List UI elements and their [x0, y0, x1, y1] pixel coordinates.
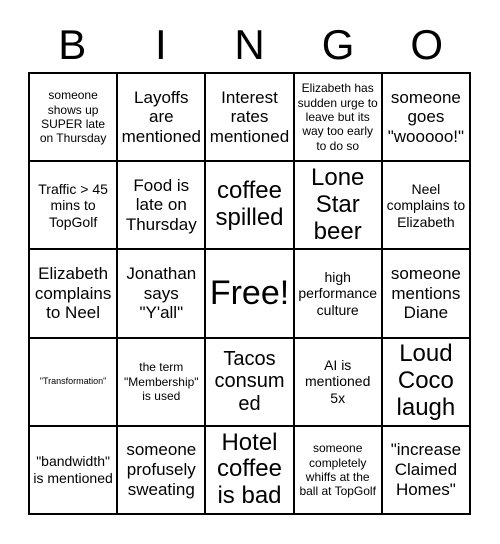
bingo-header-letter-o: O: [410, 21, 443, 68]
bingo-cell[interactable]: Interest rates mentioned: [206, 74, 295, 163]
bingo-cell-label: Free!: [209, 273, 290, 312]
bingo-cell-label: Elizabeth has sudden urge to leave but i…: [297, 81, 378, 153]
bingo-cell-label: Jonathan says "Y'all": [126, 263, 197, 323]
bingo-cell[interactable]: "Transformation": [30, 338, 119, 427]
bingo-cell[interactable]: "bandwidth" is mentioned: [30, 426, 119, 515]
bingo-cell-label: "bandwidth" is mentioned: [33, 453, 113, 486]
bingo-cell-label: someone shows up SUPER late on Thursday: [39, 88, 107, 146]
bingo-header-letter-b: B: [58, 21, 87, 68]
bingo-cell-label: Elizabeth complains to Neel: [34, 263, 112, 323]
bingo-cell-label: Tacos consumed: [214, 347, 285, 416]
bingo-cell[interactable]: Food is late on Thursday: [118, 162, 207, 251]
bingo-cell-label: someone goes "wooooo!": [387, 87, 465, 146]
bingo-cell[interactable]: someone goes "wooooo!": [382, 74, 471, 163]
bingo-cell-label: someone mentions Diane: [390, 263, 461, 323]
bingo-cell[interactable]: Elizabeth has sudden urge to leave but i…: [294, 74, 383, 163]
bingo-free-space-cell[interactable]: Free!: [206, 250, 295, 339]
bingo-cell[interactable]: Lone Star beer: [294, 162, 383, 251]
bingo-header-row: B I N G O: [28, 18, 471, 72]
bingo-cell-label: someone profusely sweating: [126, 440, 197, 499]
bingo-cell[interactable]: Hotel coffee is bad: [206, 426, 295, 515]
bingo-cell[interactable]: someone profusely sweating: [118, 426, 207, 515]
bingo-cell-label: someone completely whiffs at the ball at…: [299, 441, 376, 499]
bingo-cell[interactable]: high performance culture: [294, 250, 383, 339]
bingo-cell-label: high performance culture: [298, 268, 377, 318]
bingo-cell[interactable]: Loud Coco laugh: [382, 338, 471, 427]
bingo-grid: someone shows up SUPER late on Thursday L…: [28, 72, 471, 515]
bingo-header-letter-i: I: [155, 21, 167, 68]
bingo-header-letter-n: N: [234, 21, 265, 68]
bingo-cell[interactable]: someone mentions Diane: [382, 250, 471, 339]
bingo-cell-label: Food is late on Thursday: [125, 175, 197, 235]
bingo-card: B I N G O someone shows up SUPER late on…: [0, 0, 500, 544]
bingo-cell[interactable]: "increase Claimed Homes": [382, 426, 471, 515]
bingo-cell-label: Interest rates mentioned: [209, 87, 290, 146]
bingo-cell[interactable]: coffee spilled: [206, 162, 295, 251]
bingo-cell-label: Layoffs are mentioned: [121, 87, 201, 146]
bingo-cell-label: Traffic > 45 mins to TopGolf: [38, 180, 108, 230]
bingo-cell[interactable]: someone shows up SUPER late on Thursday: [30, 74, 119, 163]
bingo-cell-label: Neel complains to Elizabeth: [386, 180, 466, 230]
bingo-cell-label: Loud Coco laugh: [396, 340, 456, 422]
bingo-cell[interactable]: Neel complains to Elizabeth: [382, 162, 471, 251]
bingo-cell[interactable]: Traffic > 45 mins to TopGolf: [30, 162, 119, 251]
bingo-cell[interactable]: AI is mentioned 5x: [294, 338, 383, 427]
bingo-cell[interactable]: Jonathan says "Y'all": [118, 250, 207, 339]
bingo-cell-label: Hotel coffee is bad: [217, 428, 282, 510]
bingo-cell-label: "increase Claimed Homes": [390, 440, 462, 499]
bingo-cell[interactable]: the term "Membership" is used: [118, 338, 207, 427]
bingo-header-letter-g: G: [321, 21, 355, 68]
bingo-cell-label: AI is mentioned 5x: [305, 356, 371, 406]
bingo-cell-label: Lone Star beer: [311, 163, 365, 245]
bingo-cell[interactable]: Elizabeth complains to Neel: [30, 250, 119, 339]
bingo-cell[interactable]: someone completely whiffs at the ball at…: [294, 426, 383, 515]
bingo-cell[interactable]: Tacos consumed: [206, 338, 295, 427]
bingo-cell-label: the term "Membership" is used: [124, 360, 199, 403]
bingo-cell[interactable]: Layoffs are mentioned: [118, 74, 207, 163]
bingo-cell-label: "Transformation": [39, 376, 107, 387]
bingo-cell-label: coffee spilled: [215, 177, 284, 232]
